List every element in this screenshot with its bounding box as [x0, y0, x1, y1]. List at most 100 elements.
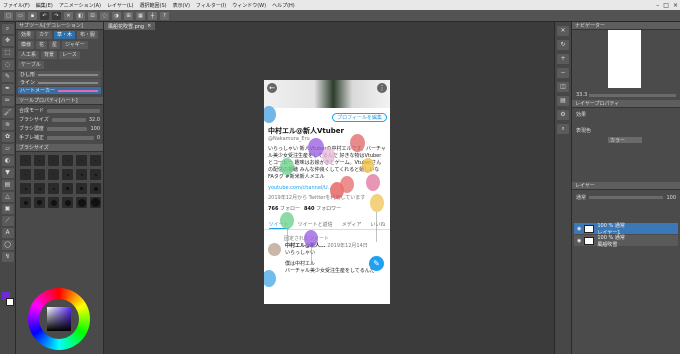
layer-row-1[interactable]: ◉ 100 % 通常 レイヤー1: [574, 223, 678, 236]
tab-background[interactable]: 背景: [41, 51, 58, 59]
menu-selection[interactable]: 選択範囲(S): [140, 2, 167, 9]
menu-view[interactable]: 表示(V): [173, 2, 190, 9]
canvas-document[interactable]: ← ⋮ プロフィールを編集 中村エル@新人Vtuber @Nakamura_Er…: [264, 80, 390, 304]
tab-flower[interactable]: 花: [36, 41, 48, 49]
brush-size-preset[interactable]: [34, 155, 45, 166]
invert-icon[interactable]: ◑: [112, 11, 121, 20]
brush-size-preset[interactable]: [34, 169, 45, 180]
tab-chip[interactable]: カケ: [36, 31, 53, 39]
help-icon[interactable]: ?: [160, 11, 169, 20]
eye-icon[interactable]: ◉: [577, 238, 581, 244]
menu-animation[interactable]: アニメーション(A): [59, 2, 101, 9]
frame-tool-icon[interactable]: ▣: [1, 204, 14, 214]
search-icon[interactable]: ⌕: [557, 124, 569, 134]
x-icon[interactable]: ✕: [557, 26, 569, 36]
brush-size-preset[interactable]: [20, 183, 31, 194]
brush-size-preset[interactable]: [20, 169, 31, 180]
brush-size-preset[interactable]: [48, 183, 59, 194]
correct-line-tool-icon[interactable]: ↯: [1, 252, 14, 262]
zoom-in-icon[interactable]: +: [557, 54, 569, 64]
tab-artificial[interactable]: 人工系: [18, 51, 40, 59]
brush-size-preset[interactable]: [76, 155, 87, 166]
brush-size-preset[interactable]: [34, 183, 45, 194]
brush-size-preset[interactable]: [62, 169, 73, 180]
select-tool-icon[interactable]: ⬚: [1, 48, 14, 58]
eyedropper-tool-icon[interactable]: ✎: [1, 72, 14, 82]
brush-tool-icon[interactable]: 🖌: [1, 108, 14, 118]
pen-tool-icon[interactable]: ✒: [1, 84, 14, 94]
saturation-value-square[interactable]: [47, 307, 71, 331]
tab-pattern[interactable]: 模様: [18, 41, 35, 49]
layer-row-2[interactable]: ◉ 100 % 通常 風船吹雪: [574, 235, 678, 248]
prop-size[interactable]: ブラシサイズ 32.0: [19, 116, 100, 124]
document-tab[interactable]: 風船花吹雪.png ×: [104, 22, 156, 30]
brush-item-diamond[interactable]: ひし形: [18, 71, 101, 78]
brush-item-line[interactable]: ライン: [18, 79, 101, 86]
brush-size-preset[interactable]: [20, 155, 31, 166]
undo-icon[interactable]: ↶: [40, 11, 49, 20]
close-tab-icon[interactable]: ×: [147, 23, 151, 29]
prop-blend[interactable]: 合成モード: [19, 107, 100, 114]
brush-size-preset[interactable]: [76, 183, 87, 194]
save-icon[interactable]: ▪: [28, 11, 37, 20]
close-icon[interactable]: ×: [673, 2, 678, 9]
transform-icon[interactable]: ⊡: [88, 11, 97, 20]
eraser-tool-icon[interactable]: ▱: [1, 144, 14, 154]
brush-size-preset[interactable]: [90, 169, 101, 180]
snap-ruler-icon[interactable]: ⊞: [124, 11, 133, 20]
brush-item-heart[interactable]: ハートメーカー: [18, 87, 101, 94]
decoration-tool-icon[interactable]: ✿: [1, 132, 14, 142]
deselect-icon[interactable]: ◌: [100, 11, 109, 20]
prop-slider[interactable]: [47, 135, 94, 140]
brush-size-preset[interactable]: [90, 197, 101, 208]
prop-slider[interactable]: [46, 126, 88, 131]
tab-cable[interactable]: ケーブル: [18, 61, 44, 69]
menu-filter[interactable]: フィルター(I): [196, 2, 226, 9]
rotate-icon[interactable]: ↻: [557, 40, 569, 50]
layer-panel-icon[interactable]: ▤: [557, 96, 569, 106]
pencil-tool-icon[interactable]: ✏: [1, 96, 14, 106]
fill-icon[interactable]: ◧: [76, 11, 85, 20]
brush-size-preset[interactable]: [76, 169, 87, 180]
brush-size-preset[interactable]: [48, 169, 59, 180]
color-wheel[interactable]: [28, 288, 90, 350]
menu-edit[interactable]: 編集(E): [36, 2, 53, 9]
blend-tool-icon[interactable]: ◐: [1, 156, 14, 166]
tab-star[interactable]: 星: [49, 41, 61, 49]
navigator-thumbnail[interactable]: [608, 30, 641, 88]
prop-stabilization[interactable]: 手ブレ補正 0: [19, 134, 100, 142]
prop-density[interactable]: ブラシ濃度 100: [19, 125, 100, 133]
balloon-tool-icon[interactable]: ◯: [1, 240, 14, 250]
menu-window[interactable]: ウィンドウ(W): [232, 2, 266, 9]
snap-line-icon[interactable]: ┼: [148, 11, 157, 20]
brush-size-preset[interactable]: [90, 155, 101, 166]
prop-slider[interactable]: [51, 117, 86, 122]
canvas-area[interactable]: 風船花吹雪.png × ← ⋮ プロフィールを編集 中村エル@新人Vtuber @…: [104, 22, 554, 354]
eye-icon[interactable]: ◉: [577, 226, 581, 232]
figure-tool-icon[interactable]: △: [1, 192, 14, 202]
brush-size-preset[interactable]: [62, 183, 73, 194]
airbrush-tool-icon[interactable]: ≋: [1, 120, 14, 130]
redo-icon[interactable]: ↷: [52, 11, 61, 20]
display-color-select[interactable]: カラー: [608, 137, 642, 144]
clear-icon[interactable]: ✕: [64, 11, 73, 20]
gradient-tool-icon[interactable]: ▤: [1, 180, 14, 190]
tab-jaggy[interactable]: ジャギー: [62, 41, 88, 49]
brush-size-preset[interactable]: [90, 183, 101, 194]
prop-slider[interactable]: [47, 108, 100, 113]
brush-size-preset[interactable]: [48, 155, 59, 166]
snap-grid-icon[interactable]: ▦: [136, 11, 145, 20]
new-file-icon[interactable]: □: [4, 11, 13, 20]
brush-size-preset[interactable]: [20, 197, 31, 208]
sub-color-swatch[interactable]: [6, 298, 14, 306]
zoom-out-icon[interactable]: −: [557, 68, 569, 78]
tab-lace[interactable]: レース: [59, 51, 80, 59]
minimize-icon[interactable]: –: [656, 2, 659, 9]
zoom-tool-icon[interactable]: ⌕: [1, 24, 14, 34]
tab-cloth[interactable]: 布・服: [77, 31, 99, 39]
open-file-icon[interactable]: ▭: [16, 11, 25, 20]
blend-mode-select[interactable]: 通常: [576, 194, 586, 201]
move-tool-icon[interactable]: ✥: [1, 36, 14, 46]
opacity-slider[interactable]: [589, 196, 664, 199]
brush-size-preset[interactable]: [48, 197, 59, 208]
